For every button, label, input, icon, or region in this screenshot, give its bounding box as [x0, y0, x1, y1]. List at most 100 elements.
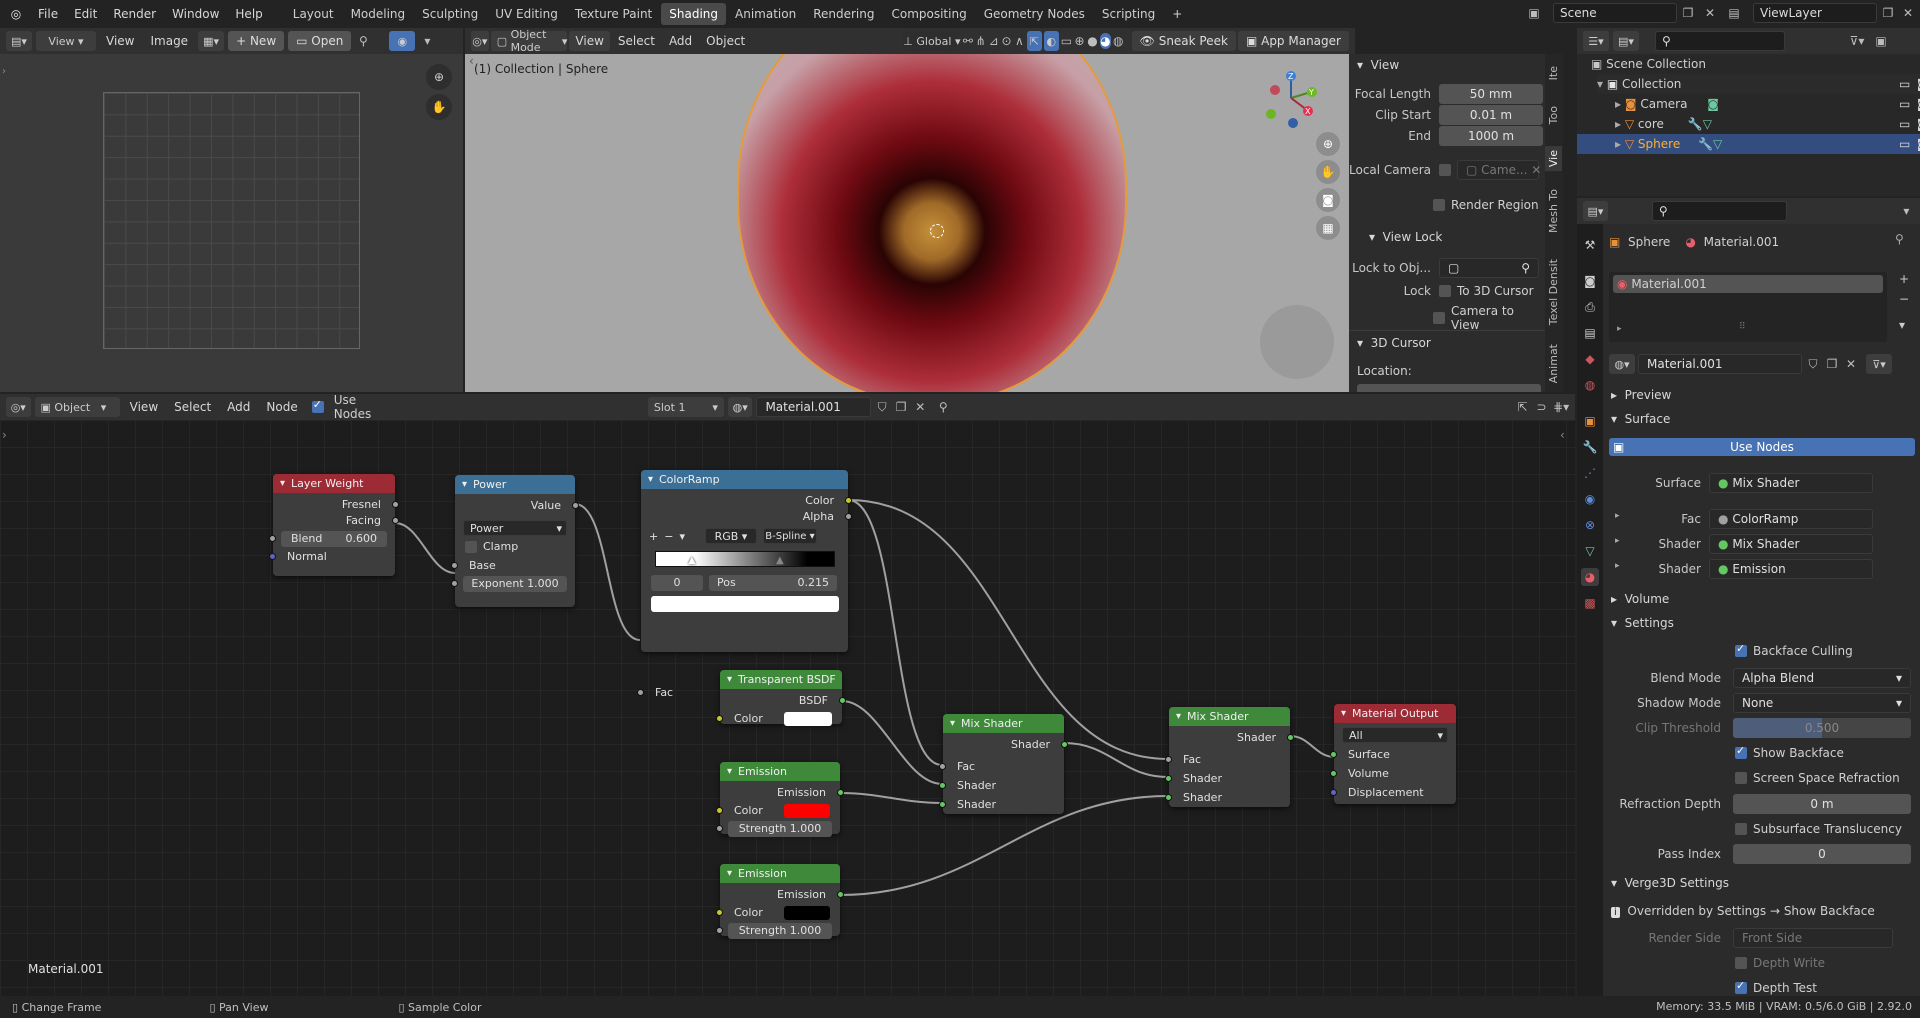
proportional-edit-icon[interactable]: ⊙: [1001, 33, 1012, 49]
new-collection-icon[interactable]: ▣: [1873, 33, 1889, 49]
input-socket[interactable]: [1165, 756, 1172, 763]
color-stop-handle[interactable]: ▲: [688, 555, 696, 566]
render-tab-icon[interactable]: ◙: [1581, 272, 1599, 290]
shader-type-dropdown[interactable]: ▣ Object ▾: [34, 397, 120, 417]
node-editor-canvas[interactable]: Layer Weight Fresnel Facing Blend 0.600 N…: [0, 420, 1575, 996]
filter-icon[interactable]: ⊽▾: [1849, 33, 1865, 49]
input-socket[interactable]: [939, 763, 946, 770]
tab-modeling[interactable]: Modeling: [343, 3, 414, 25]
node-header[interactable]: Emission: [720, 864, 840, 883]
resize-handle-icon[interactable]: ⠿: [1739, 322, 1746, 332]
focal-length-field[interactable]: 50 mm: [1439, 84, 1543, 104]
clip-start-field[interactable]: 0.01 m: [1439, 105, 1543, 125]
remove-slot-icon[interactable]: −: [1899, 292, 1909, 306]
tree-row-camera[interactable]: ▸ ◙ Camera ◙ ▭◙: [1615, 94, 1920, 114]
sphere-object[interactable]: [737, 54, 1127, 392]
node-editor-type-icon[interactable]: ◎▾: [6, 397, 31, 417]
input-socket[interactable]: [451, 562, 458, 569]
output-socket[interactable]: [839, 697, 846, 704]
material-slot-item[interactable]: ◉ Material.001: [1613, 275, 1883, 293]
viewport-editor-type-icon[interactable]: ◎▾: [471, 31, 489, 51]
clamp-checkbox[interactable]: [465, 541, 477, 553]
tab-texel-density[interactable]: Texel Densit: [1547, 259, 1560, 325]
input-socket[interactable]: [716, 909, 723, 916]
pivot-icon[interactable]: ⚯: [962, 33, 973, 49]
xray-icon[interactable]: ▭: [1061, 33, 1072, 49]
camera-view-icon[interactable]: ◙: [1316, 188, 1340, 212]
node-menu-select[interactable]: Select: [168, 397, 217, 417]
input-socket[interactable]: [269, 553, 276, 560]
tree-row-core[interactable]: ▸ ▽ core 🔧▽ ▭◙: [1615, 114, 1920, 134]
tab-texture-paint[interactable]: Texture Paint: [567, 3, 660, 25]
parent-node-tree-icon[interactable]: ⇱: [1515, 399, 1530, 415]
tab-rendering[interactable]: Rendering: [805, 3, 882, 25]
3d-cursor-panel-header[interactable]: ▾ 3D Cursor: [1357, 332, 1431, 354]
refraction-depth-field[interactable]: 0 m: [1733, 794, 1911, 814]
tab-mesh-tools[interactable]: Mesh To: [1547, 189, 1560, 233]
remove-stop-icon[interactable]: −: [664, 530, 673, 543]
image-menu-view[interactable]: View: [100, 31, 140, 51]
rendered-shading-icon[interactable]: ◍: [1113, 33, 1124, 49]
pass-index-field[interactable]: 0: [1733, 844, 1911, 864]
exponent-field[interactable]: Exponent 1.000: [451, 576, 567, 592]
location-x-field[interactable]: [1357, 384, 1541, 392]
camera-data-icon[interactable]: ◙: [1707, 97, 1719, 111]
lock-to-object-field[interactable]: ▢ ⚲: [1439, 258, 1539, 278]
expand-icon[interactable]: ▸: [1615, 536, 1620, 546]
preview-panel-header[interactable]: ▸ Preview: [1611, 384, 1671, 406]
image-menu-image[interactable]: Image: [144, 31, 194, 51]
toolbar-expand-icon[interactable]: ›: [2, 428, 7, 442]
tab-scripting[interactable]: Scripting: [1094, 3, 1163, 25]
monitor-icon[interactable]: ▭: [1899, 94, 1910, 114]
display-mode-icon[interactable]: ▤▾: [1613, 31, 1639, 51]
material-tab-icon[interactable]: ◕: [1581, 568, 1599, 586]
modifier-wrench-icon[interactable]: 🔧: [1688, 117, 1703, 131]
chevron-down-icon[interactable]: ▾: [419, 33, 435, 49]
depth-write-checkbox[interactable]: [1735, 957, 1747, 969]
stop-position-field[interactable]: Pos 0.215: [709, 575, 837, 591]
new-image-button[interactable]: + New: [228, 31, 285, 51]
perspective-grid-icon[interactable]: ▦: [1316, 216, 1340, 240]
color-stop-handle[interactable]: ▲: [776, 555, 784, 566]
toolbar-expand-icon[interactable]: ›: [2, 66, 6, 77]
tab-shading[interactable]: Shading: [661, 3, 726, 25]
input-socket[interactable]: [716, 807, 723, 814]
tab-layout[interactable]: Layout: [285, 3, 342, 25]
camera-to-view-checkbox[interactable]: [1433, 312, 1445, 324]
use-nodes-button[interactable]: ▣ Use Nodes: [1609, 438, 1915, 456]
output-target-dropdown[interactable]: All ▾: [1342, 727, 1448, 743]
output-socket[interactable]: [392, 501, 399, 508]
slot-specials-icon[interactable]: ▾: [1899, 318, 1905, 332]
eyedropper-icon[interactable]: ⚲: [1521, 259, 1530, 277]
node-header[interactable]: Power: [455, 475, 575, 494]
strength-field[interactable]: Strength 1.000: [716, 821, 832, 837]
scene-tab-icon[interactable]: ◆: [1581, 350, 1599, 368]
new-scene-icon[interactable]: ❐: [1680, 5, 1696, 21]
settings-panel-header[interactable]: ▾ Settings: [1611, 612, 1674, 634]
blend-slider[interactable]: Blend 0.600: [269, 531, 387, 547]
new-view-layer-icon[interactable]: ❐: [1880, 5, 1896, 21]
render-side-dropdown[interactable]: Front Side: [1733, 928, 1893, 948]
verge3d-panel-header[interactable]: ▾ Verge3D Settings: [1611, 872, 1729, 894]
material-shading-icon[interactable]: ◕: [1099, 33, 1111, 49]
node-header[interactable]: Emission: [720, 762, 840, 781]
mesh-data-icon[interactable]: ▽: [1703, 117, 1712, 131]
world-tab-icon[interactable]: ◍: [1581, 376, 1599, 394]
menu-render[interactable]: Render: [105, 1, 164, 27]
unlink-material-icon[interactable]: ✕: [1843, 356, 1859, 372]
duplicate-material-icon[interactable]: ❐: [894, 399, 909, 415]
modifier-wrench-icon[interactable]: 🔧: [1698, 137, 1713, 151]
expand-icon[interactable]: ▸: [1615, 561, 1620, 571]
menu-edit[interactable]: Edit: [66, 1, 105, 27]
output-socket[interactable]: [1061, 741, 1068, 748]
monitor-icon[interactable]: ▭: [1899, 114, 1910, 134]
pin-icon[interactable]: ⚲: [936, 399, 951, 415]
node-mix-shader-1[interactable]: Mix Shader Shader Fac Shader Shader: [939, 714, 1068, 814]
input-socket[interactable]: [939, 782, 946, 789]
color-swatch[interactable]: [784, 804, 830, 818]
browse-material-icon[interactable]: ◍▾: [727, 397, 753, 417]
input-socket[interactable]: [1330, 789, 1337, 796]
physics-tab-icon[interactable]: ◉: [1581, 490, 1599, 508]
node-link-icon[interactable]: ⊽▾: [1866, 354, 1892, 374]
output-socket[interactable]: [392, 517, 399, 524]
